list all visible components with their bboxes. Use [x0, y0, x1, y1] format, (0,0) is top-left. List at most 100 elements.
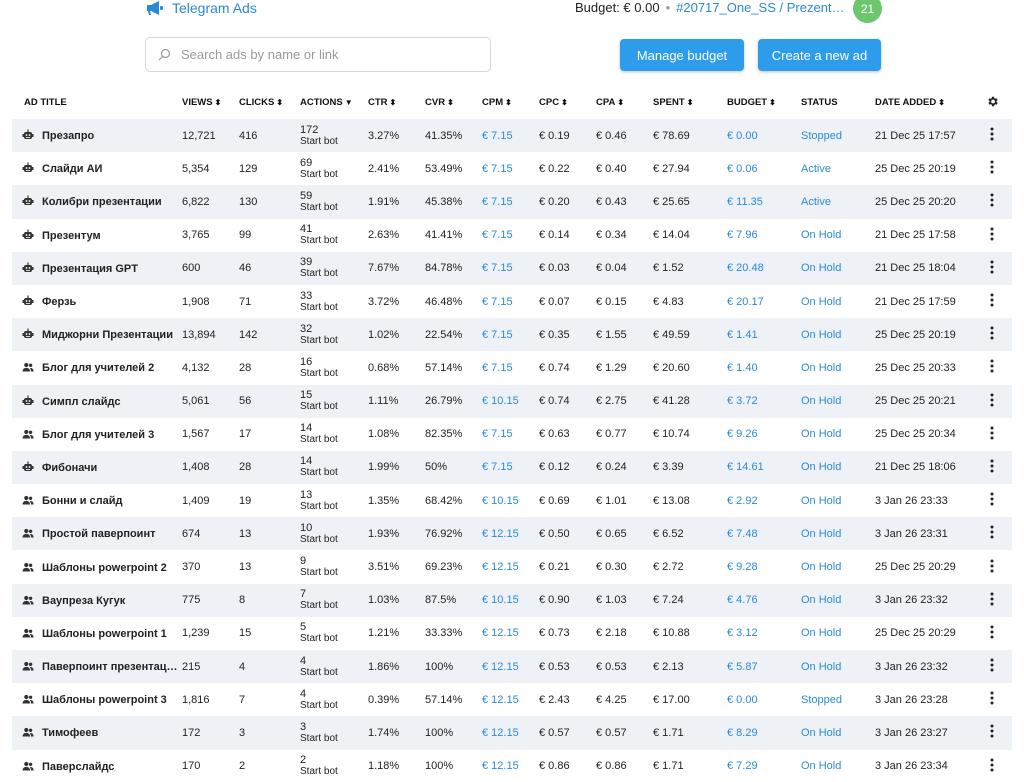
ad-title-cell[interactable]: Слайди АИ: [12, 152, 182, 185]
row-menu-button[interactable]: [972, 418, 1012, 451]
ad-title-cell[interactable]: Паверслайдс: [12, 750, 182, 782]
row-menu-button[interactable]: [972, 650, 1012, 683]
budget-cell[interactable]: € 5.87: [727, 650, 801, 683]
kebab-menu-icon[interactable]: [990, 559, 994, 573]
search-box[interactable]: [145, 37, 491, 72]
status-cell[interactable]: On Hold: [801, 517, 875, 550]
sort-icon[interactable]: ⬍: [215, 98, 222, 107]
cpm-cell[interactable]: € 7.15: [482, 418, 539, 451]
column-header[interactable]: CLICKS ⬍: [239, 86, 300, 119]
sort-icon[interactable]: ⬍: [505, 98, 512, 107]
ad-title-cell[interactable]: Шаблоны powerpoint 2: [12, 550, 182, 583]
status-cell[interactable]: On Hold: [801, 584, 875, 617]
status-cell[interactable]: On Hold: [801, 750, 875, 782]
gear-icon[interactable]: [986, 95, 999, 108]
status-cell[interactable]: On Hold: [801, 219, 875, 252]
row-menu-button[interactable]: [972, 152, 1012, 185]
status-cell[interactable]: On Hold: [801, 451, 875, 484]
budget-cell[interactable]: € 1.41: [727, 318, 801, 351]
ad-title-cell[interactable]: Фибоначи: [12, 451, 182, 484]
column-header[interactable]: CPC ⬍: [539, 86, 596, 119]
row-menu-button[interactable]: [972, 484, 1012, 517]
kebab-menu-icon[interactable]: [990, 160, 994, 174]
table-row[interactable]: Шаблоны powerpoint 1 1,239 15 5 Start bot 1.2…: [12, 617, 1012, 650]
ad-title[interactable]: Колибри презентации: [42, 196, 162, 208]
table-row[interactable]: Фибоначи 1,408 28 14 Start bot 1.99% 50% € 7.15…: [12, 450, 1012, 485]
cpm-cell[interactable]: € 10.15: [482, 484, 539, 517]
budget-cell[interactable]: € 0.00: [727, 119, 801, 152]
kebab-menu-icon[interactable]: [990, 758, 994, 772]
table-row[interactable]: Ферзь 1,908 71 33 Start bot 3.72% 46.48% € 7.15…: [12, 285, 1012, 318]
table-row[interactable]: Паверслайдс 170 2 2 Start bot 1.18% 100% € 12.1…: [12, 750, 1012, 782]
kebab-menu-icon[interactable]: [990, 625, 994, 639]
ad-title[interactable]: Симпл слайдс: [42, 396, 120, 408]
kebab-menu-icon[interactable]: [990, 459, 994, 473]
sort-icon[interactable]: ⬍: [617, 98, 624, 107]
table-row[interactable]: Миджорни Презентации 13,894 142 32 Start bot…: [12, 318, 1012, 352]
kebab-menu-icon[interactable]: [990, 525, 994, 539]
ad-title[interactable]: Презентация GPT: [42, 263, 138, 275]
avatar[interactable]: 21: [853, 0, 882, 23]
column-header[interactable]: CTR ⬍: [368, 86, 425, 119]
budget-cell[interactable]: € 2.92: [727, 484, 801, 517]
create-ad-button[interactable]: Create a new ad: [758, 39, 881, 71]
ad-title[interactable]: Шаблоны powerpoint 2: [42, 562, 167, 574]
row-menu-button[interactable]: [972, 617, 1012, 650]
table-row[interactable]: Блог для учителей 2 4,132 28 16 Start bot 0.6…: [12, 351, 1012, 384]
row-menu-button[interactable]: [972, 550, 1012, 583]
ad-title[interactable]: Фибоначи: [42, 462, 97, 474]
table-row[interactable]: Тимофеев 172 3 3 Start bot 1.74% 100% € 12.15 € …: [12, 716, 1012, 750]
row-menu-button[interactable]: [972, 716, 1012, 749]
budget-cell[interactable]: € 7.48: [727, 517, 801, 550]
kebab-menu-icon[interactable]: [990, 326, 994, 340]
table-row[interactable]: Ваупреза Кугук 775 8 7 Start bot 1.03% 87.5% € …: [12, 583, 1012, 617]
kebab-menu-icon[interactable]: [990, 691, 994, 705]
status-cell[interactable]: On Hold: [801, 351, 875, 384]
status-cell[interactable]: On Hold: [801, 650, 875, 683]
settings-header[interactable]: [972, 86, 1012, 119]
table-row[interactable]: Блог для учителей 3 1,567 17 14 Start bot 1.0…: [12, 418, 1012, 451]
cpm-cell[interactable]: € 7.15: [482, 119, 539, 152]
row-menu-button[interactable]: [972, 683, 1012, 716]
table-row[interactable]: Шаблоны powerpoint 2 370 13 9 Start bot 3.51%…: [12, 550, 1012, 583]
ad-title[interactable]: Ваупреза Кугук: [42, 595, 125, 607]
row-menu-button[interactable]: [972, 351, 1012, 384]
ad-title[interactable]: Простой паверпоинт: [42, 528, 155, 540]
kebab-menu-icon[interactable]: [990, 492, 994, 506]
status-cell[interactable]: Active: [801, 152, 875, 185]
cpm-cell[interactable]: € 7.15: [482, 285, 539, 318]
cpm-cell[interactable]: € 12.15: [482, 550, 539, 583]
cpm-cell[interactable]: € 7.15: [482, 185, 539, 218]
status-cell[interactable]: On Hold: [801, 285, 875, 318]
ad-title-cell[interactable]: Паверпоинт презентац…: [12, 650, 182, 683]
kebab-menu-icon[interactable]: [990, 724, 994, 738]
table-row[interactable]: Презентация GPT 600 46 39 Start bot 7.67% 84.7…: [12, 251, 1012, 285]
sort-desc-icon[interactable]: ▼: [345, 98, 353, 107]
budget-cell[interactable]: € 1.40: [727, 351, 801, 384]
budget-cell[interactable]: € 20.48: [727, 252, 801, 285]
kebab-menu-icon[interactable]: [990, 426, 994, 440]
kebab-menu-icon[interactable]: [990, 193, 994, 207]
ad-title[interactable]: Презапро: [42, 130, 94, 142]
kebab-menu-icon[interactable]: [990, 393, 994, 407]
ad-title-cell[interactable]: Презентум: [12, 219, 182, 252]
cpm-cell[interactable]: € 12.15: [482, 517, 539, 550]
status-cell[interactable]: Stopped: [801, 683, 875, 716]
ad-title-cell[interactable]: Шаблоны powerpoint 1: [12, 617, 182, 650]
row-menu-button[interactable]: [972, 318, 1012, 351]
status-cell[interactable]: On Hold: [801, 318, 875, 351]
budget-cell[interactable]: € 3.12: [727, 617, 801, 650]
ad-title[interactable]: Паверпоинт презентац…: [42, 661, 178, 673]
column-header[interactable]: CVR ⬍: [425, 86, 482, 119]
ad-title[interactable]: Шаблоны powerpoint 3: [42, 694, 167, 706]
kebab-menu-icon[interactable]: [990, 227, 994, 241]
column-header[interactable]: SPENT ⬍: [653, 86, 727, 119]
cpm-cell[interactable]: € 12.15: [482, 750, 539, 782]
cpm-cell[interactable]: € 7.15: [482, 152, 539, 185]
cpm-cell[interactable]: € 12.15: [482, 716, 539, 749]
budget-cell[interactable]: € 11.35: [727, 185, 801, 218]
column-header[interactable]: VIEWS ⬍: [182, 86, 239, 119]
cpm-cell[interactable]: € 7.15: [482, 451, 539, 484]
ad-title-cell[interactable]: Тимофеев: [12, 716, 182, 749]
sort-icon[interactable]: ⬍: [938, 98, 945, 107]
